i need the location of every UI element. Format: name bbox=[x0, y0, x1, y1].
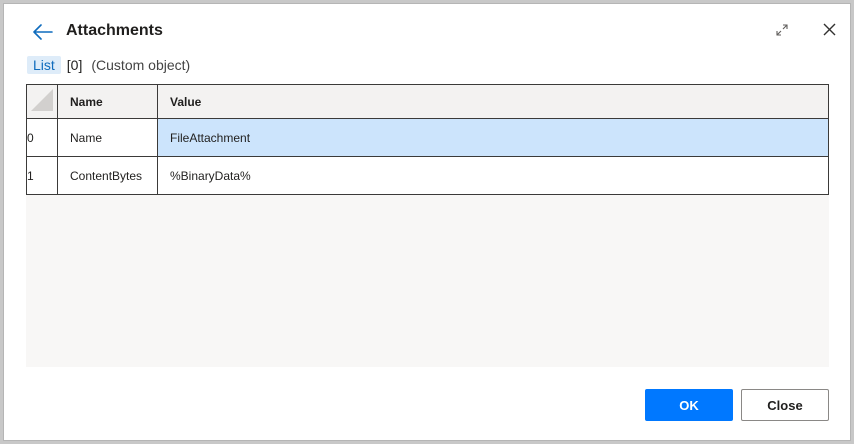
properties-table: Name Value 0 Name FileAttachment 1 Conte… bbox=[26, 84, 829, 195]
column-header-value[interactable]: Value bbox=[157, 84, 829, 119]
row-value-cell[interactable]: FileAttachment bbox=[157, 118, 829, 157]
close-button[interactable]: Close bbox=[741, 389, 829, 421]
grid-area: Name Value 0 Name FileAttachment 1 Conte… bbox=[26, 84, 829, 367]
close-dialog-button[interactable] bbox=[818, 18, 840, 40]
back-button[interactable] bbox=[30, 20, 56, 44]
column-header-name[interactable]: Name bbox=[57, 84, 158, 119]
breadcrumb-list-link[interactable]: List bbox=[27, 56, 61, 74]
breadcrumb: List [0] (Custom object) bbox=[27, 55, 190, 75]
row-index: 1 bbox=[26, 156, 58, 195]
arrow-left-icon bbox=[33, 24, 53, 40]
attachments-dialog: Attachments List [0] (Custom object) Nam… bbox=[3, 3, 851, 441]
row-value-cell[interactable]: %BinaryData% bbox=[157, 156, 829, 195]
breadcrumb-type: (Custom object) bbox=[91, 57, 191, 73]
close-icon bbox=[823, 23, 835, 35]
row-name-cell: ContentBytes bbox=[57, 156, 158, 195]
expand-icon bbox=[776, 24, 788, 36]
ok-button[interactable]: OK bbox=[645, 389, 733, 421]
table-header-row: Name Value bbox=[26, 84, 829, 119]
select-all-corner[interactable] bbox=[26, 84, 58, 119]
table-row[interactable]: 0 Name FileAttachment bbox=[26, 118, 829, 157]
breadcrumb-index: [0] bbox=[66, 57, 83, 73]
row-index: 0 bbox=[26, 118, 58, 157]
expand-button[interactable] bbox=[772, 20, 792, 40]
row-name-cell: Name bbox=[57, 118, 158, 157]
table-row[interactable]: 1 ContentBytes %BinaryData% bbox=[26, 156, 829, 195]
dialog-title: Attachments bbox=[66, 22, 163, 39]
corner-triangle-icon bbox=[31, 89, 53, 111]
